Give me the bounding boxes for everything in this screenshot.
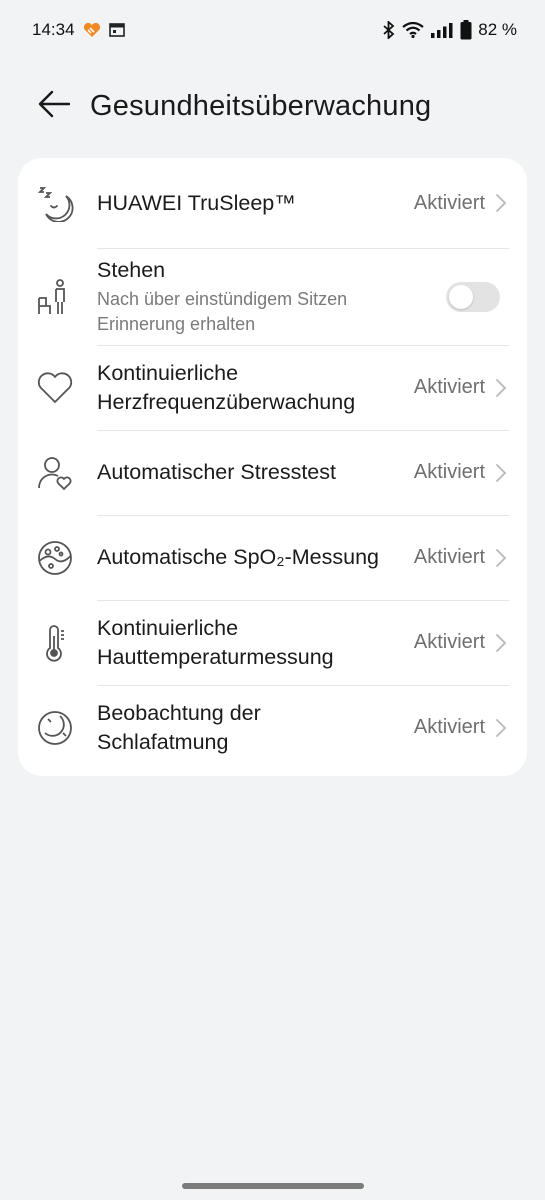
- status-time: 14:34: [32, 20, 75, 39]
- setting-label: HUAWEI TruSleep™: [97, 190, 296, 215]
- setting-label: Stehen: [97, 258, 166, 282]
- setting-value: Aktiviert: [413, 631, 485, 653]
- battery-icon: [460, 20, 472, 40]
- chevron-right-icon: [496, 548, 507, 567]
- status-bar: 14:34 82 %: [0, 0, 545, 60]
- toggle-knob: [449, 284, 473, 309]
- page-header: Gesundheitsüberwachung: [0, 78, 545, 134]
- setting-label: Automatischer Stresstest: [97, 460, 336, 484]
- chevron-right-icon: [496, 194, 507, 212]
- setting-row-trusleep[interactable]: HUAWEI TruSleep™ Aktiviert: [18, 158, 527, 248]
- calendar-icon: [108, 23, 125, 37]
- setting-row-breathing[interactable]: Beobachtung der Schlafatmung Aktiviert: [18, 685, 527, 770]
- setting-label: Kontinuierliche Herzfrequenzüberwachung: [97, 360, 356, 414]
- blood-oxygen-icon: [36, 539, 74, 577]
- setting-value: Aktiviert: [413, 376, 485, 398]
- arrow-left-icon: [38, 90, 71, 123]
- gesture-navigation-bar[interactable]: [182, 1183, 364, 1189]
- page-title: Gesundheitsüberwachung: [90, 89, 432, 122]
- heart-icon: [36, 369, 74, 407]
- setting-row-skintemp[interactable]: Kontinuierliche Hauttemperaturmessung Ak…: [18, 600, 527, 685]
- setting-value: Aktiviert: [413, 716, 485, 738]
- setting-row-stand: Stehen Nach über einstündigem Sitzen Eri…: [18, 248, 527, 345]
- setting-value: Aktiviert: [413, 546, 485, 568]
- setting-label: Automatische SpO₂-Messung: [97, 545, 379, 569]
- chevron-right-icon: [496, 463, 507, 482]
- chevron-right-icon: [496, 718, 507, 737]
- settings-card: HUAWEI TruSleep™ Aktiviert Stehen Nach ü…: [18, 158, 527, 776]
- sleep-moon-icon: [36, 184, 74, 222]
- back-button[interactable]: [34, 86, 74, 126]
- setting-label: Kontinuierliche Hauttemperaturmessung: [97, 615, 334, 669]
- bluetooth-icon: [382, 21, 396, 39]
- chevron-right-icon: [496, 633, 507, 652]
- thermometer-icon: [36, 624, 74, 662]
- signal-icon: [430, 22, 454, 38]
- health-heart-icon: [83, 22, 101, 38]
- person-heart-icon: [36, 454, 74, 492]
- sleep-breathing-icon: [36, 709, 74, 747]
- wifi-icon: [402, 22, 424, 38]
- setting-row-heartrate[interactable]: Kontinuierliche Herzfrequenzüberwachung …: [18, 345, 527, 430]
- chevron-right-icon: [496, 378, 507, 397]
- setting-row-stress[interactable]: Automatischer Stresstest Aktiviert: [18, 430, 527, 515]
- setting-value: Aktiviert: [413, 461, 485, 483]
- setting-row-spo2[interactable]: Automatische SpO₂-Messung Aktiviert: [18, 515, 527, 600]
- battery-percentage: 82 %: [478, 20, 517, 39]
- standing-person-icon: [36, 278, 74, 316]
- stand-reminder-toggle[interactable]: [446, 281, 500, 312]
- setting-label: Beobachtung der Schlafatmung: [97, 700, 261, 754]
- setting-description: Nach über einstündigem Sitzen Erinnerung…: [97, 289, 348, 334]
- setting-value: Aktiviert: [413, 191, 485, 214]
